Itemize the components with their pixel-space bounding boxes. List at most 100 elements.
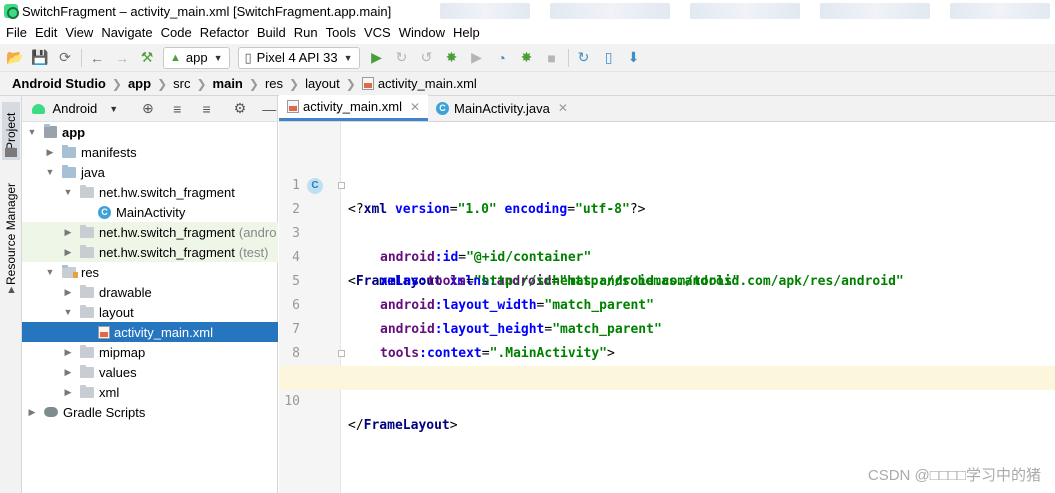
device-dropdown[interactable]: ▯ Pixel 4 API 33 ▼ (237, 46, 360, 69)
tree-item-mainactivity[interactable]: C MainActivity (22, 202, 278, 222)
chevron-right-icon[interactable]: ▶ (62, 347, 74, 358)
menu-navigate[interactable]: Navigate (97, 22, 156, 44)
tree-item-package-test[interactable]: ▶ net.hw.switch_fragment (test) (22, 242, 278, 262)
chevron-down-icon[interactable]: ▼ (44, 267, 56, 277)
tree-item-gradle-scripts[interactable]: ▶ Gradle Scripts (22, 402, 278, 422)
profile-icon[interactable]: ◔ (493, 49, 511, 67)
menu-help[interactable]: Help (449, 22, 484, 44)
chevron-right-icon[interactable]: ▶ (26, 407, 38, 418)
code-line[interactable]: 6 android:layout_height="match_parent" (279, 270, 1055, 337)
breadcrumb-item[interactable]: src (173, 76, 190, 91)
chevron-down-icon[interactable]: ▼ (62, 187, 74, 197)
fold-icon[interactable] (338, 182, 345, 189)
code-line-current[interactable]: 10 (279, 366, 1055, 409)
tab-activity-main-xml[interactable]: activity_main.xml ✕ (279, 95, 429, 121)
tree-item-label: net.hw.switch_fragment (99, 184, 235, 200)
tree-item-layout[interactable]: ▼ layout (22, 302, 278, 322)
title-bar: SwitchFragment – activity_main.xml [Swit… (0, 0, 1055, 22)
gradle-sync-icon[interactable]: ↻ (575, 49, 593, 67)
coverage-icon[interactable]: ▶ (468, 49, 486, 67)
code-line[interactable]: 9 </FrameLayout> (279, 342, 1055, 433)
blurred-tab (550, 3, 670, 19)
menu-edit[interactable]: Edit (31, 22, 61, 44)
tree-item-values[interactable]: ▶ values (22, 362, 278, 382)
breadcrumb-item[interactable]: app (128, 76, 151, 91)
tree-item-xml[interactable]: ▶ xml (22, 382, 278, 402)
resource-manager-tool-tab[interactable]: Resource Manager (2, 180, 20, 288)
menu-vcs[interactable]: VCS (360, 22, 395, 44)
breadcrumb-item[interactable]: res (265, 76, 283, 91)
chevron-right-icon[interactable]: ▶ (62, 287, 74, 298)
breadcrumb-item[interactable]: Android Studio (12, 76, 106, 91)
code-line[interactable]: 4 xmlns:tools="http://schemas.android.co… (279, 222, 1055, 289)
watermark: CSDN @□□□□学习中的猪 (867, 467, 1041, 484)
hammer-build-icon[interactable]: ⚒ (138, 49, 156, 67)
expand-all-icon[interactable]: ≡ (170, 101, 185, 117)
tree-item-manifests[interactable]: ▶ manifests (22, 142, 278, 162)
open-folder-icon[interactable]: 📂 (6, 49, 24, 67)
hide-icon[interactable]: — (262, 101, 277, 117)
chevron-right-icon[interactable]: ▶ (62, 247, 74, 258)
project-view-selector[interactable]: Android (52, 101, 97, 116)
apply-code-changes-icon[interactable]: ↺ (418, 49, 436, 67)
breadcrumb-item[interactable]: layout (305, 76, 340, 91)
menu-tools[interactable]: Tools (322, 22, 360, 44)
forward-arrow-icon[interactable]: → (113, 49, 131, 67)
chevron-down-icon[interactable]: ▼ (62, 307, 74, 317)
menu-code[interactable]: Code (157, 22, 196, 44)
debug-icon[interactable]: ✸ (443, 49, 461, 67)
chevron-down-icon[interactable]: ▼ (109, 104, 118, 114)
device-manager-icon[interactable]: ▯ (600, 49, 618, 67)
chevron-down-icon[interactable]: ▼ (44, 167, 56, 177)
fold-icon[interactable] (338, 350, 345, 357)
tree-item-mipmap[interactable]: ▶ mipmap (22, 342, 278, 362)
breadcrumb-item[interactable]: main (213, 76, 243, 91)
chevron-right-icon: ❯ (196, 76, 207, 91)
xml-file-icon (361, 77, 374, 90)
close-icon[interactable]: ✕ (410, 100, 420, 114)
code-line[interactable]: 1 <?xml version="1.0" encoding="utf-8"?> (279, 150, 1055, 217)
code-line[interactable]: 5 android:layout_width="match_parent" (279, 246, 1055, 313)
chevron-down-icon[interactable]: ▼ (26, 127, 38, 137)
menu-refactor[interactable]: Refactor (196, 22, 253, 44)
apply-changes-icon[interactable]: ↻ (393, 49, 411, 67)
chevron-right-icon[interactable]: ▶ (44, 147, 56, 158)
tree-item-activity-main-xml[interactable]: activity_main.xml (22, 322, 278, 342)
code-line[interactable]: 7 tools:context=".MainActivity"> (279, 294, 1055, 361)
menu-window[interactable]: Window (395, 22, 449, 44)
menu-run[interactable]: Run (290, 22, 322, 44)
sync-icon[interactable]: ⟳ (56, 49, 74, 67)
gear-icon[interactable]: ⚙ (232, 100, 247, 117)
stop-icon[interactable]: ■ (543, 49, 561, 67)
collapse-all-icon[interactable]: ≡ (199, 101, 214, 117)
run-config-dropdown[interactable]: ▲ app ▼ (163, 46, 230, 69)
code-line[interactable]: 3 android:id="@+id/container" (279, 198, 1055, 265)
back-arrow-icon[interactable]: ← (88, 49, 106, 67)
locate-icon[interactable]: ⊕ (140, 100, 155, 117)
sdk-manager-icon[interactable]: ⬇ (625, 49, 643, 67)
chevron-right-icon[interactable]: ▶ (62, 367, 74, 378)
tree-item-app[interactable]: ▼ app (22, 122, 278, 142)
menu-view[interactable]: View (61, 22, 97, 44)
tree-item-drawable[interactable]: ▶ drawable (22, 282, 278, 302)
attach-debugger-icon[interactable]: ✸ (518, 49, 536, 67)
tree-item-label: mipmap (99, 344, 146, 360)
run-icon[interactable]: ▶ (368, 49, 386, 67)
code-editor[interactable]: 1 <?xml version="1.0" encoding="utf-8"?>… (279, 122, 1055, 493)
project-tree: ▼ app ▶ manifests ▼ java ▼ net.hw.switch… (22, 122, 278, 422)
code-line[interactable]: 2 C <FrameLayout xmlns:android="http://s… (279, 174, 1055, 289)
tree-item-java[interactable]: ▼ java (22, 162, 278, 182)
menu-build[interactable]: Build (253, 22, 290, 44)
chevron-right-icon[interactable]: ▶ (62, 387, 74, 398)
chevron-right-icon[interactable]: ▶ (62, 227, 74, 238)
breadcrumb-item[interactable]: activity_main.xml (378, 76, 477, 91)
class-reference-gutter-icon[interactable]: C (307, 178, 323, 194)
tab-mainactivity-java[interactable]: C MainActivity.java ✕ (428, 95, 576, 121)
close-icon[interactable]: ✕ (558, 101, 568, 115)
tree-item-res[interactable]: ▼ res (22, 262, 278, 282)
save-icon[interactable]: 💾 (31, 49, 49, 67)
tree-item-package-androidtest[interactable]: ▶ net.hw.switch_fragment (andro (22, 222, 278, 242)
tree-item-package[interactable]: ▼ net.hw.switch_fragment (22, 182, 278, 202)
menu-file[interactable]: File (2, 22, 31, 44)
code-line[interactable]: 8 (279, 318, 1055, 361)
